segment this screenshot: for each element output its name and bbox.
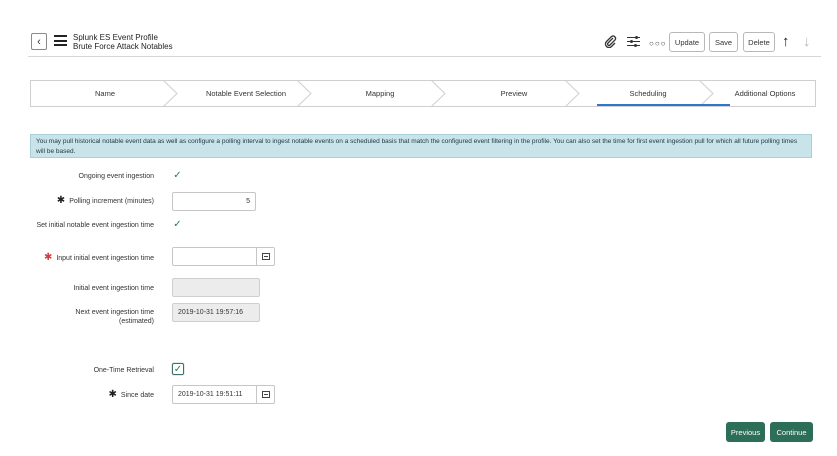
header-divider (28, 56, 821, 57)
arrow-up-icon[interactable]: ↑ (782, 33, 790, 50)
one-time-retrieval-label: One-Time Retrieval (93, 367, 154, 374)
wizard-step-notable-event-selection[interactable]: Notable Event Selection (179, 81, 313, 106)
ongoing-ingestion-label: Ongoing event ingestion (78, 173, 155, 180)
update-button[interactable]: Update (669, 32, 705, 52)
polling-increment-input[interactable]: 5 (172, 192, 256, 211)
wizard-step-mapping[interactable]: Mapping (313, 81, 447, 106)
more-options-icon[interactable]: ○○○ (649, 38, 667, 50)
wizard-steps: Name Notable Event Selection Mapping Pre… (30, 80, 816, 107)
hamburger-menu-icon[interactable] (54, 35, 67, 46)
calendar-icon (261, 253, 270, 260)
wizard-step-additional-options[interactable]: Additional Options (715, 81, 815, 106)
since-date-input[interactable]: 2019-10-31 19:51:11 (172, 385, 257, 404)
step-separator (163, 80, 178, 107)
checkmark-icon: ✓ (173, 170, 182, 181)
initial-time-field (172, 278, 260, 297)
required-asterisk-icon: ✱ (108, 389, 117, 400)
delete-button[interactable]: Delete (743, 32, 775, 52)
page-subtitle: Brute Force Attack Notables (73, 42, 173, 51)
initial-time-label: Initial event ingestion time (73, 285, 154, 292)
active-step-indicator (597, 104, 730, 106)
wizard-step-preview[interactable]: Preview (447, 81, 581, 106)
previous-button[interactable]: Previous (726, 422, 765, 442)
record-title-block: Splunk ES Event Profile Brute Force Atta… (73, 33, 173, 51)
calendar-button[interactable] (257, 247, 275, 266)
sliders-icon[interactable] (627, 35, 640, 48)
info-banner: You may pull historical notable event da… (30, 134, 812, 158)
next-time-field: 2019-10-31 19:57:16 (172, 303, 260, 322)
step-separator (565, 80, 580, 107)
page-title: Splunk ES Event Profile (73, 33, 158, 42)
checkmark-icon: ✓ (173, 363, 183, 375)
header: ‹ Splunk ES Event Profile Brute Force At… (0, 0, 837, 56)
step-separator (699, 80, 714, 107)
chevron-left-icon: ‹ (37, 35, 41, 48)
input-initial-time-label: ✱ Input initial event ingestion time (43, 252, 154, 263)
step-separator (431, 80, 446, 107)
set-initial-time-label: Set initial notable event ingestion time (36, 222, 154, 229)
set-initial-time-checkbox[interactable]: ✓ (172, 219, 183, 230)
required-asterisk-icon: ✱ (56, 195, 66, 206)
wizard-step-name[interactable]: Name (31, 81, 179, 106)
since-date-label: ✱ Since date (108, 389, 154, 400)
input-initial-time-field[interactable] (172, 247, 257, 266)
calendar-icon (261, 391, 270, 398)
wizard-step-scheduling[interactable]: Scheduling (581, 81, 715, 106)
checkmark-icon: ✓ (173, 219, 182, 230)
save-button[interactable]: Save (709, 32, 738, 52)
step-separator (297, 80, 312, 107)
one-time-retrieval-checkbox[interactable]: ✓ (172, 363, 184, 375)
ongoing-ingestion-checkbox[interactable]: ✓ (172, 170, 183, 181)
continue-button[interactable]: Continue (770, 422, 813, 442)
paperclip-icon[interactable] (604, 35, 617, 50)
calendar-button[interactable] (257, 385, 275, 404)
back-button[interactable]: ‹ (31, 33, 47, 50)
required-asterisk-icon: ✱ (43, 252, 53, 263)
arrow-down-icon[interactable]: ↓ (803, 33, 811, 50)
next-time-label: Next event ingestion time (estimated) (75, 309, 154, 325)
polling-increment-label: ✱ Polling increment (minutes) (56, 195, 154, 206)
